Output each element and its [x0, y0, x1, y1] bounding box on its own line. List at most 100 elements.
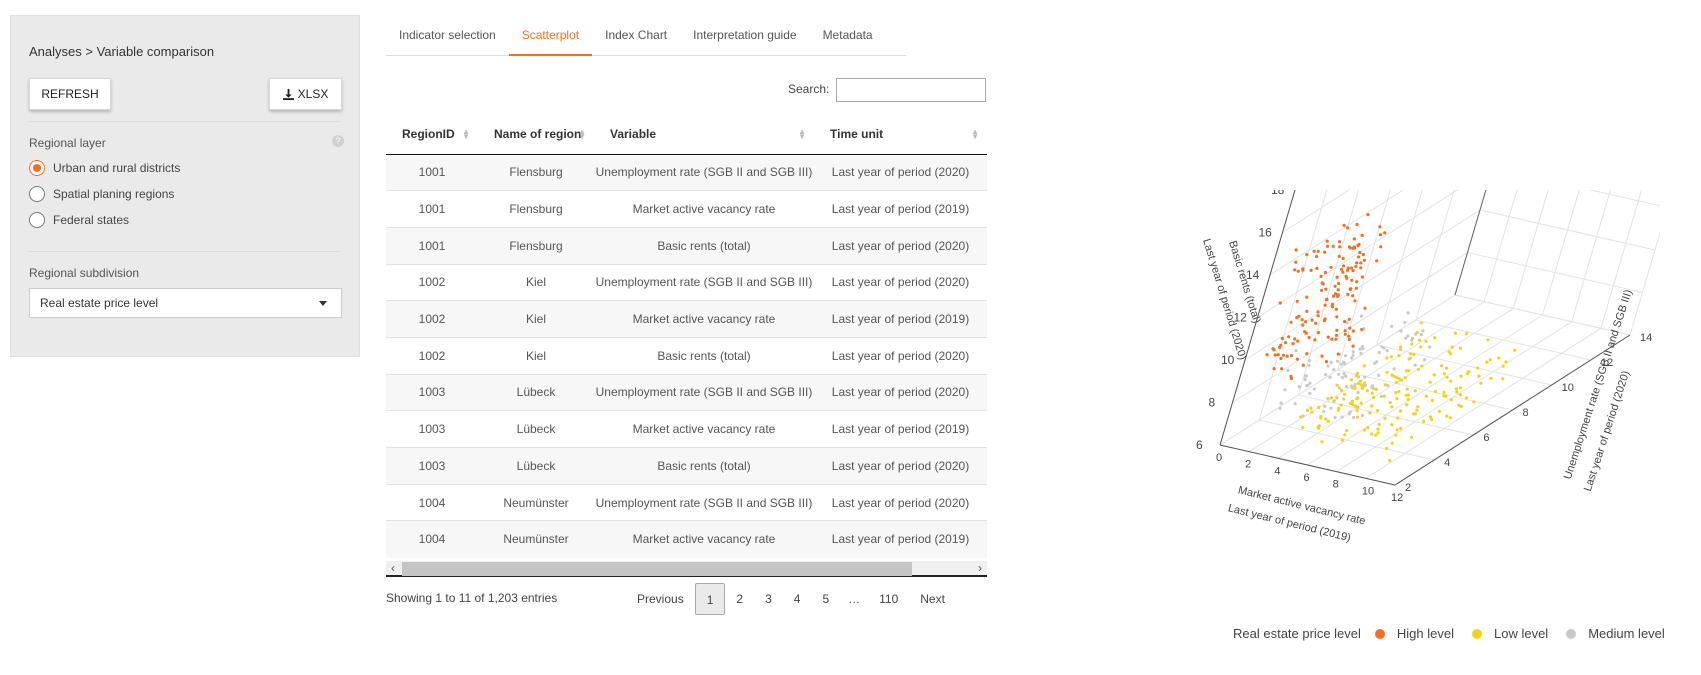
search-input[interactable]	[836, 78, 986, 102]
column-header-time-unit[interactable]: Time unit ▲ ▼	[814, 114, 987, 155]
select-value: Real estate price level	[40, 296, 159, 310]
xlsx-download-button[interactable]: XLSX	[269, 78, 342, 110]
scatter-point-low-level	[1339, 403, 1343, 407]
radio-button-checked[interactable]	[29, 160, 45, 176]
scroll-right-arrow-icon[interactable]: ›	[973, 561, 987, 575]
regional-subdivision-select[interactable]: Real estate price level	[29, 288, 342, 318]
table-cell: Kiel	[478, 263, 594, 301]
scatter-point-low-level	[1343, 433, 1347, 437]
column-header-variable[interactable]: Variable ▲ ▼	[594, 114, 814, 155]
scatter-point-high-level	[1375, 259, 1379, 263]
scatter-point-high-level	[1358, 250, 1362, 255]
scatter-point-low-level	[1356, 371, 1360, 375]
table-row[interactable]: 1002 Kiel Basic rents (total) Last year of …	[386, 336, 987, 375]
table-row[interactable]: 1003 Lübeck Market active vacancy rate Last…	[386, 410, 987, 448]
table-row[interactable]: 1004 Neumünster Unemployment rate (SGB II …	[386, 483, 987, 521]
legend-item-low-level[interactable]: Low level	[1472, 626, 1548, 641]
table-row[interactable]: 1001 Flensburg Basic rents (total) Last yea…	[386, 226, 987, 265]
scatter-point-medium-level	[1351, 353, 1355, 357]
table-cell: Last year of period (2020)	[814, 373, 987, 411]
table-row[interactable]: 1001 Flensburg Market active vacancy rate L…	[386, 190, 987, 228]
scatter-point-low-level	[1309, 406, 1313, 410]
radio-button[interactable]	[29, 212, 45, 228]
table-row[interactable]: 1003 Lübeck Unemployment rate (SGB II and …	[386, 373, 987, 411]
previous-page-button[interactable]: Previous	[626, 583, 695, 615]
scatter-point-low-level	[1467, 370, 1471, 374]
next-page-button[interactable]: Next	[909, 583, 956, 615]
page-button-3[interactable]: 3	[754, 583, 783, 615]
table-row[interactable]: 1003 Lübeck Basic rents (total) Last year o…	[386, 447, 987, 485]
scatter-point-high-level	[1334, 307, 1338, 311]
scatter-point-low-level	[1416, 367, 1420, 371]
divider	[29, 251, 341, 252]
scatter-point-low-level	[1433, 336, 1437, 340]
refresh-button[interactable]: REFRESH	[29, 78, 111, 110]
column-header-regionid[interactable]: RegionID ▲ ▼	[386, 114, 478, 155]
scatter-point-low-level	[1419, 321, 1423, 325]
scatter-point-medium-level	[1419, 333, 1423, 337]
table-cell: 1001	[386, 226, 478, 265]
table-row[interactable]: 1001 Flensburg Unemployment rate (SGB II a…	[386, 153, 987, 191]
divider	[29, 121, 341, 122]
horizontal-scrollbar[interactable]: ‹ ›	[386, 561, 987, 577]
page-button-5[interactable]: 5	[811, 583, 840, 615]
radio-spatial-planning-regions[interactable]: Spatial planing regions	[29, 186, 174, 202]
scatter-point-medium-level	[1404, 336, 1408, 340]
tab-interpretation-guide[interactable]: Interpretation guide	[680, 20, 809, 56]
page-button-2[interactable]: 2	[725, 583, 754, 615]
question-icon[interactable]: ?	[332, 135, 344, 147]
radio-urban-rural-districts[interactable]: Urban and rural districts	[29, 160, 180, 176]
table-row[interactable]: 1002 Kiel Unemployment rate (SGB II and SG…	[386, 263, 987, 301]
scatter-point-high-level	[1293, 268, 1297, 272]
scrollbar-thumb[interactable]	[402, 562, 912, 576]
scatter-point-low-level	[1370, 404, 1374, 408]
download-icon	[282, 88, 294, 100]
scatterplot-3d[interactable]: 0246810122468101214681012141618Market ac…	[1190, 190, 1660, 610]
scatter-point-high-level	[1357, 255, 1361, 259]
scatter-point-high-level	[1296, 339, 1300, 343]
scatter-point-high-level	[1330, 302, 1334, 306]
z-axis-tick-label: 10	[1221, 353, 1235, 367]
back-wall-gridline	[1512, 190, 1549, 309]
page-button-1[interactable]: 1	[694, 583, 726, 615]
table-cell: Flensburg	[478, 226, 594, 265]
tab-indicator-selection[interactable]: Indicator selection	[386, 20, 509, 56]
scatter-point-low-level	[1457, 403, 1461, 407]
legend-item-high-level[interactable]: High level	[1374, 626, 1454, 641]
scatter-point-low-level	[1396, 416, 1400, 420]
scatter-point-high-level	[1326, 335, 1330, 339]
tab-metadata[interactable]: Metadata	[810, 20, 886, 56]
table-cell: Neumünster	[478, 483, 594, 521]
scatter-point-high-level	[1343, 329, 1347, 333]
tab-scatterplot[interactable]: Scatterplot	[508, 20, 593, 56]
table-header-row: RegionID ▲ ▼ Name of region ▲ ▼ Variable ▲ ▼ T…	[386, 114, 987, 155]
scatter-point-low-level	[1385, 446, 1389, 450]
page-button-110[interactable]: 110	[868, 583, 909, 615]
scatter-point-high-level	[1348, 326, 1352, 330]
page-button-4[interactable]: 4	[783, 583, 812, 615]
scatter-point-high-level	[1336, 288, 1340, 292]
table-cell: Last year of period (2019)	[814, 520, 987, 558]
tab-index-chart[interactable]: Index Chart	[592, 20, 680, 56]
scatter-point-low-level	[1449, 379, 1453, 383]
scatter-point-medium-level	[1326, 364, 1330, 368]
legend-item-medium-level[interactable]: Medium level	[1566, 626, 1665, 641]
regional-layer-label: Regional layer	[29, 136, 106, 150]
table-row[interactable]: 1002 Kiel Market active vacancy rate Last y…	[386, 300, 987, 338]
column-header-name-of-region[interactable]: Name of region ▲ ▼	[478, 114, 594, 155]
scatter-point-medium-level	[1377, 373, 1381, 377]
scatter-point-medium-level	[1337, 372, 1341, 376]
scatter-point-high-level	[1343, 320, 1347, 324]
scatter-point-medium-level	[1353, 382, 1357, 387]
radio-button[interactable]	[29, 186, 45, 202]
radio-federal-states[interactable]: Federal states	[29, 212, 129, 228]
scatter-point-medium-level	[1428, 345, 1432, 349]
scatter-point-high-level	[1337, 240, 1342, 244]
scroll-left-arrow-icon[interactable]: ‹	[386, 561, 400, 575]
scatter-point-medium-level	[1308, 391, 1312, 395]
table-row[interactable]: 1004 Neumünster Market active vacancy rate…	[386, 520, 987, 558]
radio-label: Spatial planing regions	[53, 187, 175, 201]
scatter-point-low-level	[1395, 397, 1399, 401]
scatter-point-high-level	[1307, 336, 1311, 340]
scatter-point-low-level	[1416, 405, 1420, 409]
